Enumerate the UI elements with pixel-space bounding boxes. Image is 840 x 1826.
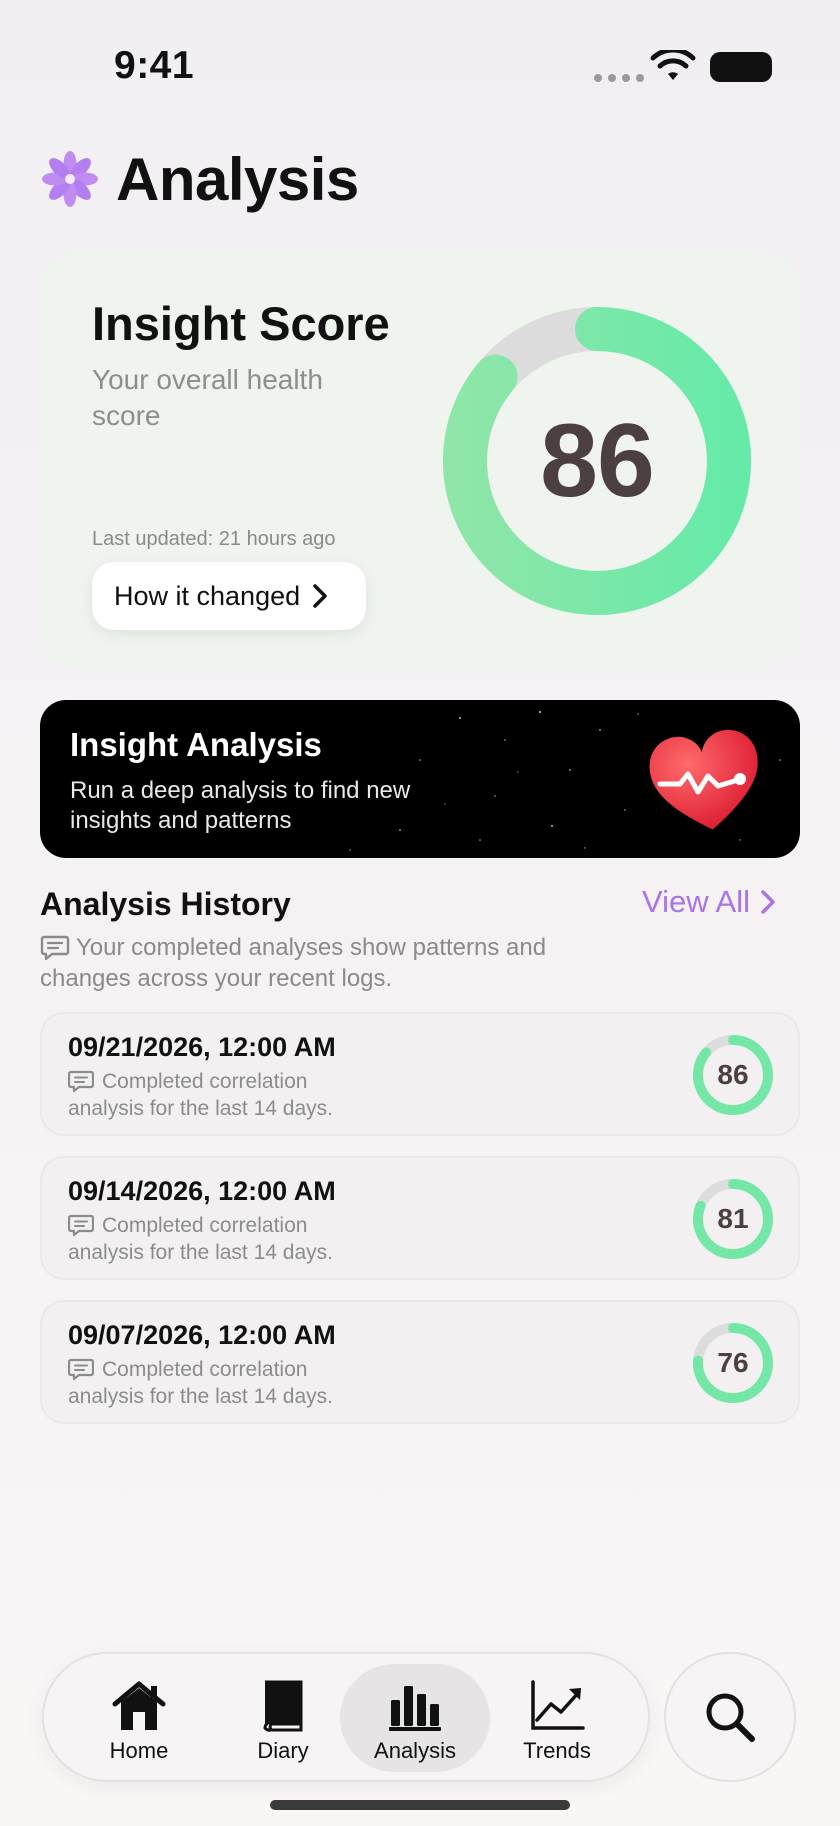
history-item-description: Completed correlation analysis for the l…: [68, 1214, 333, 1264]
insight-analysis-banner[interactable]: Insight Analysis Run a deep analysis to …: [40, 700, 800, 858]
insight-score-value: 86: [540, 402, 655, 519]
page-title: Analysis: [116, 145, 359, 213]
search-button[interactable]: [664, 1652, 796, 1782]
insight-analysis-title: Insight Analysis: [70, 726, 322, 763]
tab-analysis[interactable]: Analysis: [340, 1664, 490, 1772]
history-item[interactable]: 09/21/2026, 12:00 AM Completed correlati…: [40, 1012, 800, 1136]
last-updated-text: Last updated: 21 hours ago: [92, 528, 336, 550]
status-time: 9:41: [114, 44, 195, 87]
insight-score-subtitle: Your overall health score: [92, 364, 323, 431]
history-item[interactable]: 09/07/2026, 12:00 AM Completed correlati…: [40, 1300, 800, 1424]
cellular-signal-icon: [594, 74, 644, 82]
history-item-description: Completed correlation analysis for the l…: [68, 1070, 333, 1120]
chevron-right-icon: [313, 584, 327, 608]
tab-diary-label: Diary: [257, 1738, 309, 1763]
flower-icon: [42, 151, 98, 207]
analysis-history-description: Your completed analyses show patterns an…: [40, 934, 547, 992]
tab-bar: Home Diary Analysis Trends: [42, 1652, 650, 1782]
heart-icon: [649, 729, 758, 830]
view-all-label: View All: [642, 884, 750, 919]
page-header: Analysis: [40, 145, 359, 213]
bar-chart-icon: [389, 1686, 441, 1731]
tab-trends-label: Trends: [523, 1738, 591, 1763]
battery-icon: [710, 52, 772, 82]
trend-chart-icon: [531, 1680, 585, 1730]
insight-score-card: Insight Score Your overall health score …: [40, 250, 800, 670]
tab-home-label: Home: [109, 1738, 169, 1763]
search-icon: [706, 1693, 755, 1742]
book-icon: [263, 1680, 303, 1732]
history-item-score: 86: [717, 1059, 749, 1090]
history-item[interactable]: 09/14/2026, 12:00 AM Completed correlati…: [40, 1156, 800, 1280]
tab-diary[interactable]: Diary: [208, 1654, 358, 1780]
home-icon: [112, 1681, 166, 1730]
wifi-icon: [650, 50, 696, 80]
chevron-right-icon: [761, 890, 775, 914]
history-item-description: Completed correlation analysis for the l…: [68, 1358, 333, 1408]
status-bar: 9:41: [0, 0, 840, 130]
how-it-changed-label: How it changed: [114, 580, 301, 611]
history-item-date: 09/14/2026, 12:00 AM: [68, 1176, 336, 1206]
how-it-changed-button[interactable]: How it changed: [92, 562, 366, 630]
insight-score-title: Insight Score: [92, 297, 390, 350]
tab-home[interactable]: Home: [64, 1654, 214, 1780]
view-all-link[interactable]: View All: [642, 884, 776, 920]
history-item-date: 09/21/2026, 12:00 AM: [68, 1032, 336, 1062]
tab-trends[interactable]: Trends: [482, 1654, 632, 1780]
history-item-date: 09/07/2026, 12:00 AM: [68, 1320, 336, 1350]
history-item-score: 76: [717, 1347, 749, 1378]
analysis-history-title: Analysis History: [40, 886, 291, 922]
insight-analysis-description: Run a deep analysis to find new insights…: [70, 777, 411, 834]
history-item-score: 81: [717, 1203, 749, 1234]
tab-analysis-label: Analysis: [374, 1738, 456, 1763]
home-indicator: [270, 1800, 570, 1810]
